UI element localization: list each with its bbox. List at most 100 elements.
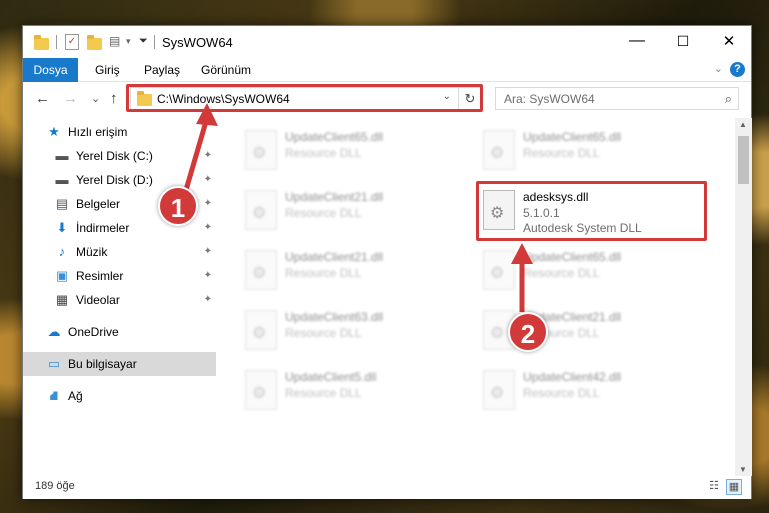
close-button[interactable]: ✕ — [706, 26, 752, 56]
sidebar-item[interactable]: ▬ Yerel Disk (C:) ✦ — [23, 144, 216, 168]
new-folder-icon[interactable] — [87, 35, 102, 50]
dll-file-icon — [245, 130, 277, 170]
file-item[interactable]: UpdateClient42.dll Resource DLL — [475, 366, 705, 414]
sidebar-item-label: Resimler — [76, 269, 124, 283]
dll-file-icon — [483, 370, 515, 410]
collapse-ribbon-icon[interactable]: ⌄ — [714, 62, 723, 75]
file-item[interactable]: UpdateClient21.dll Resource DLL — [237, 186, 467, 234]
vertical-scrollbar[interactable]: ▲ ▼ — [735, 118, 752, 476]
file-item[interactable]: UpdateClient65.dll Resource DLL — [475, 126, 705, 174]
file-name: UpdateClient21.dll — [285, 190, 384, 204]
sidebar-item-label: Bu bilgisayar — [68, 357, 137, 371]
file-name: UpdateClient65.dll — [523, 250, 622, 264]
file-description: Resource DLL — [523, 266, 600, 280]
dll-file-icon — [245, 370, 277, 410]
scroll-down-icon[interactable]: ▼ — [739, 465, 747, 474]
file-description: Resource DLL — [523, 146, 600, 160]
sidebar-item-label: Yerel Disk (C:) — [76, 149, 153, 163]
pin-icon[interactable]: ✦ — [204, 294, 212, 305]
file-item[interactable]: UpdateClient65.dll Resource DLL — [237, 126, 467, 174]
file-name: UpdateClient42.dll — [523, 370, 622, 384]
drive-icon: ▬ — [55, 172, 69, 187]
sidebar-item[interactable]: ▦ Videolar ✦ — [23, 288, 216, 312]
sidebar-item[interactable]: ⛘ Ağ — [23, 384, 216, 408]
tab-share[interactable]: Paylaş — [144, 63, 180, 77]
address-highlight-box — [126, 84, 483, 112]
pin-icon[interactable]: ✦ — [204, 222, 212, 233]
scroll-up-icon[interactable]: ▲ — [739, 120, 747, 129]
file-name: UpdateClient63.dll — [285, 310, 384, 324]
sidebar-item-label: İndirmeler — [76, 221, 130, 235]
pictures-icon: ▣ — [55, 268, 69, 283]
sidebar-item[interactable]: ★ Hızlı erişim — [23, 120, 216, 144]
sidebar-item-label: Belgeler — [76, 197, 121, 211]
file-description: Resource DLL — [285, 266, 362, 280]
sidebar-item[interactable]: ▣ Resimler ✦ — [23, 264, 216, 288]
search-placeholder: Ara: SysWOW64 — [504, 92, 595, 106]
dll-file-icon — [245, 250, 277, 290]
pin-icon[interactable]: ✦ — [204, 198, 212, 209]
tab-home[interactable]: Giriş — [95, 63, 120, 77]
file-item[interactable]: UpdateClient63.dll Resource DLL — [237, 306, 467, 354]
network-icon: ⛘ — [49, 388, 59, 403]
tab-view[interactable]: Görünüm — [201, 63, 251, 77]
tiles-view-icon[interactable]: ▦ — [726, 479, 742, 495]
file-item[interactable]: UpdateClient21.dll Resource DLL — [237, 246, 467, 294]
recent-locations-button[interactable]: ⌄ — [91, 92, 100, 105]
step-1-badge: 1 — [158, 186, 198, 226]
cloud-icon: ☁ — [47, 324, 61, 339]
back-button[interactable]: ← — [35, 90, 50, 107]
help-icon[interactable]: ? — [730, 62, 745, 77]
ribbon-tabs: Dosya Giriş Paylaş Görünüm ⌄ ? — [23, 58, 751, 82]
sidebar-item-label: Ağ — [68, 389, 83, 403]
search-icon: ⌕ — [724, 91, 732, 106]
details-view-icon[interactable]: ☷ — [706, 479, 722, 495]
file-description: Resource DLL — [285, 326, 362, 340]
item-count: 189 öğe — [35, 480, 75, 492]
chevron-down-icon[interactable]: ▾ — [126, 36, 131, 52]
dll-file-icon — [245, 190, 277, 230]
up-button[interactable]: ↑ — [110, 90, 118, 107]
sidebar-item[interactable]: ☁ OneDrive — [23, 320, 216, 344]
sidebar-item-label: Hızlı erişim — [68, 125, 128, 139]
sidebar-item-label: Videolar — [76, 293, 120, 307]
music-icon: ♪ — [58, 244, 66, 259]
pin-icon[interactable]: ✦ — [204, 174, 212, 185]
maximize-button[interactable]: ☐ — [660, 26, 706, 56]
file-name: UpdateClient21.dll — [285, 250, 384, 264]
properties-icon[interactable]: ✓ — [65, 34, 79, 50]
sidebar-item-label: Müzik — [76, 245, 108, 259]
tab-file[interactable]: Dosya — [23, 58, 78, 82]
file-name: UpdateClient65.dll — [285, 130, 384, 144]
file-description: Resource DLL — [285, 146, 362, 160]
file-item[interactable]: UpdateClient5.dll Resource DLL — [237, 366, 467, 414]
file-name: UpdateClient65.dll — [523, 130, 622, 144]
dll-file-icon — [245, 310, 277, 350]
divider — [56, 35, 57, 49]
title-bar: ✓ ▤ ▾ ⏷ SysWOW64 — ☐ ✕ — [23, 26, 751, 58]
sidebar-item[interactable]: ▭ Bu bilgisayar — [23, 352, 216, 376]
forward-button[interactable]: → — [63, 90, 78, 107]
documents-icon: ▤ — [55, 196, 69, 211]
sidebar-item-label: Yerel Disk (D:) — [76, 173, 153, 187]
search-input[interactable]: Ara: SysWOW64 ⌕ — [495, 87, 739, 110]
window-title: SysWOW64 — [162, 35, 233, 50]
download-icon: ⬇ — [56, 220, 68, 235]
pin-icon[interactable]: ✦ — [204, 150, 212, 161]
sidebar-item[interactable]: ♪ Müzik ✦ — [23, 240, 216, 264]
pin-icon[interactable]: ✦ — [204, 270, 212, 281]
pin-icon[interactable]: ✦ — [204, 246, 212, 257]
file-name: UpdateClient5.dll — [285, 370, 377, 384]
drive-icon: ▬ — [55, 148, 69, 163]
star-icon: ★ — [48, 124, 60, 139]
minimize-button[interactable]: — — [614, 26, 660, 56]
file-item[interactable]: UpdateClient65.dll Resource DLL — [475, 246, 705, 294]
file-list: UpdateClient65.dllResource DLLUpdateClie… — [217, 118, 735, 476]
dll-file-icon — [483, 130, 515, 170]
view-options-icon[interactable]: ▤ — [109, 34, 125, 50]
video-icon: ▦ — [55, 292, 69, 307]
file-description: Resource DLL — [285, 386, 362, 400]
status-bar: 189 öğe ☷ ▦ — [23, 476, 751, 499]
scrollbar-thumb[interactable] — [738, 136, 749, 184]
customize-toolbar-icon[interactable]: ⏷ — [139, 35, 148, 51]
